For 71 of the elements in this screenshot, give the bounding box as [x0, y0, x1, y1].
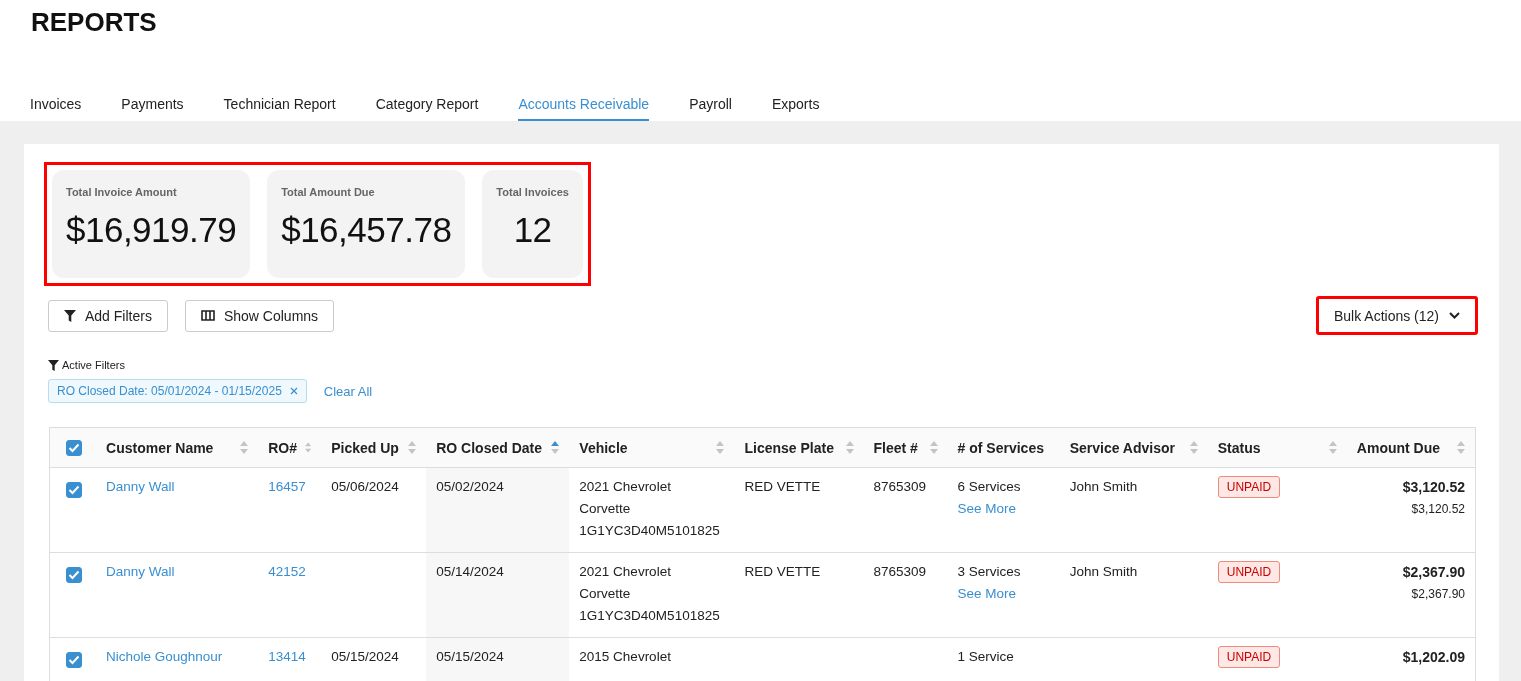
table-cell: 8765309: [873, 479, 927, 494]
table-cell-text: 2021 Chevrolet Corvette 1G1YC3D40M5101825: [579, 478, 721, 540]
sort-icon[interactable]: [1457, 441, 1465, 454]
table-cell-text: 2021 Chevrolet Corvette 1G1YC3D40M5101825: [579, 563, 721, 625]
row-checkbox[interactable]: [66, 482, 82, 499]
status-badge: UNPAID: [1217, 476, 1281, 498]
amount-detail: $3,120.52: [1410, 501, 1465, 518]
column-header[interactable]: Status: [1217, 439, 1261, 456]
clear-all-link[interactable]: Clear All: [323, 383, 373, 399]
table-cell: 05/15/2024: [436, 649, 504, 664]
table-cell-text: 3 Services: [957, 563, 1022, 581]
chip-label: RO Closed Date: 05/01/2024 - 01/15/2025: [57, 384, 282, 398]
table-cell-text: 1 Service: [957, 648, 1015, 666]
sort-icon[interactable]: [408, 441, 417, 454]
tab[interactable]: Technician Report: [223, 80, 336, 121]
sort-icon[interactable]: [551, 441, 560, 454]
toolbar-button[interactable]: Show Columns: [184, 299, 335, 332]
table-cell: 8765309: [873, 564, 927, 579]
table-cell: John Smith: [1069, 564, 1138, 579]
see-more-link[interactable]: See More: [957, 501, 1017, 516]
status-badge: UNPAID: [1217, 561, 1281, 583]
customer-link[interactable]: Nichole Goughnour: [106, 649, 223, 664]
table-cell: 05/02/2024: [436, 479, 504, 494]
columns-icon: [200, 310, 215, 321]
chevron-down-icon: [1449, 312, 1460, 319]
customer-link[interactable]: Danny Wall: [106, 564, 175, 579]
filter-icon: [48, 359, 59, 371]
sort-icon[interactable]: [716, 441, 725, 454]
table-cell: 05/14/2024: [436, 564, 504, 579]
table-cell: 05/15/2024: [331, 649, 399, 664]
table-cell: RED VETTE: [744, 564, 821, 579]
status-badge: UNPAID: [1217, 646, 1281, 668]
sort-icon[interactable]: [929, 441, 938, 454]
sort-icon[interactable]: [1328, 441, 1337, 454]
page-title: REPORTS: [30, 6, 158, 39]
card-value: $16,457.78: [281, 210, 452, 250]
card-value: 12: [513, 210, 552, 250]
select-all-checkbox[interactable]: [66, 440, 82, 457]
card-label: Total Amount Due: [281, 186, 376, 198]
table-cell-text: 2015 Chevrolet: [579, 648, 671, 666]
column-header[interactable]: Vehicle: [579, 439, 628, 456]
tab[interactable]: Payroll: [689, 80, 732, 121]
table-cell: John Smith: [1069, 479, 1138, 494]
row-checkbox[interactable]: [66, 652, 82, 669]
column-header[interactable]: RO#: [268, 439, 297, 456]
tab[interactable]: Category Report: [375, 80, 479, 121]
customer-link[interactable]: Danny Wall: [106, 479, 175, 494]
amount-due: $2,367.90: [1401, 563, 1465, 582]
table-cell: RED VETTE: [744, 479, 821, 494]
close-icon[interactable]: [289, 387, 298, 395]
table-cell-text: 6 Services: [957, 478, 1022, 496]
active-filters-label: Active Filters: [62, 359, 125, 371]
tab[interactable]: Payments: [121, 80, 184, 121]
card-label: Total Invoice Amount: [66, 186, 178, 198]
amount-due: $1,202.09: [1401, 648, 1465, 667]
tab[interactable]: Exports: [771, 80, 820, 121]
amount-detail: $2,367.90: [1410, 586, 1465, 603]
table-cell: 05/06/2024: [331, 479, 399, 494]
see-more-link[interactable]: See More: [957, 586, 1017, 601]
row-checkbox[interactable]: [66, 567, 82, 584]
sort-icon[interactable]: [240, 441, 249, 454]
toolbar-button[interactable]: Add Filters: [48, 299, 168, 332]
card-value: $16,919.79: [66, 210, 237, 250]
sort-icon[interactable]: [304, 441, 312, 454]
amount-due: $3,120.52: [1401, 478, 1465, 497]
sort-icon[interactable]: [845, 441, 854, 454]
filter-icon: [64, 309, 76, 322]
sort-icon[interactable]: [1189, 441, 1198, 454]
tab[interactable]: Invoices: [30, 80, 82, 121]
ro-link[interactable]: 16457: [268, 479, 306, 494]
card-label: Total Invoices: [496, 186, 569, 198]
